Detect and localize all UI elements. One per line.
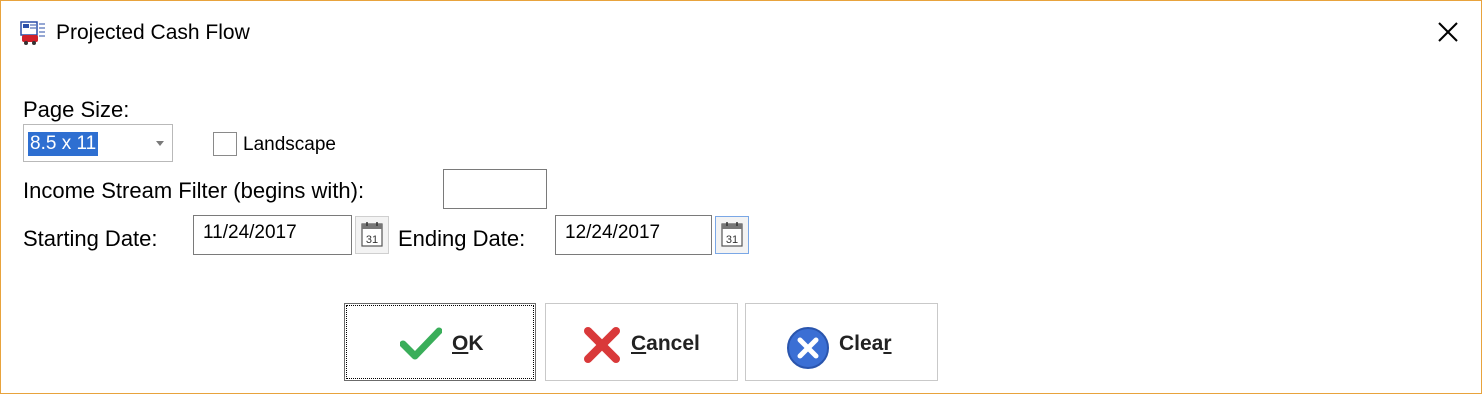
clear-circle-x-icon	[787, 327, 829, 369]
cancel-mnemonic: C	[631, 332, 647, 355]
ok-button[interactable]: OK	[344, 303, 536, 381]
starting-date-label: Starting Date:	[23, 226, 158, 251]
calendar-day-text: 31	[726, 234, 738, 246]
ending-date-input[interactable]: 12/24/2017	[555, 215, 712, 255]
page-size-dropdown[interactable]: 8.5 x 11	[23, 124, 173, 162]
window-title: Projected Cash Flow	[56, 21, 250, 44]
starting-date-picker-button[interactable]: 31	[355, 216, 389, 254]
income-stream-filter-input[interactable]	[443, 169, 547, 209]
ending-date-label: Ending Date:	[398, 226, 526, 251]
ok-label-rest: K	[468, 332, 484, 355]
starting-date-input[interactable]: 11/24/2017	[193, 215, 352, 255]
page-size-value: 8.5 x 11	[28, 132, 99, 156]
calendar-icon: 31	[721, 222, 743, 247]
checkmark-icon	[400, 327, 442, 360]
chevron-down-icon	[156, 141, 164, 146]
income-stream-filter-label: Income Stream Filter (begins with):	[23, 178, 365, 203]
landscape-checkbox[interactable]	[213, 132, 237, 156]
landscape-label[interactable]: Landscape	[243, 134, 336, 156]
clear-button[interactable]: Clear	[745, 303, 938, 381]
page-size-label: Page Size:	[23, 97, 130, 122]
ok-button-label: OK	[452, 332, 484, 356]
cancel-button-label: Cancel	[631, 332, 700, 356]
dialog-window: Projected Cash Flow Page Size: 8.5 x 11 …	[0, 0, 1482, 394]
clear-label-start: Clea	[839, 332, 884, 355]
ending-date-picker-button[interactable]: 31	[715, 216, 749, 254]
ok-mnemonic: O	[452, 332, 469, 355]
title-bar: Projected Cash Flow	[1, 1, 1481, 63]
calendar-icon: 31	[361, 222, 383, 247]
cancel-label-rest: ancel	[646, 332, 700, 355]
calendar-day-text: 31	[366, 234, 378, 246]
close-icon[interactable]	[1431, 15, 1465, 49]
clear-button-label: Clear	[839, 332, 892, 356]
cancel-button[interactable]: Cancel	[545, 303, 738, 381]
red-x-icon	[584, 327, 620, 363]
report-app-icon	[20, 21, 45, 45]
clear-mnemonic: r	[883, 332, 892, 355]
